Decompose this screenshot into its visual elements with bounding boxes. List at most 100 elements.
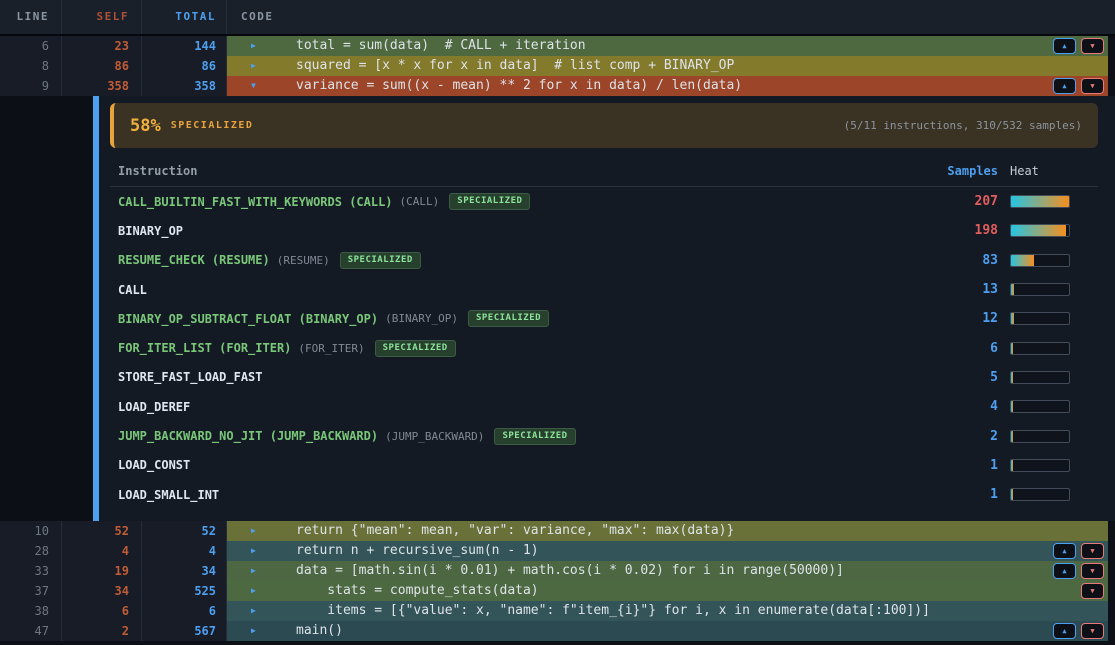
heat-bar-fill xyxy=(1011,431,1013,442)
total-samples-value: 358 xyxy=(142,76,227,96)
column-header-self[interactable]: SELF xyxy=(62,0,142,34)
expand-arrow-icon[interactable]: ▶ xyxy=(251,36,256,56)
heat-bar-fill xyxy=(1011,460,1013,471)
instruction-name: CALL_BUILTIN_FAST_WITH_KEYWORDS (CALL) xyxy=(118,195,393,209)
instruction-row: CALL13 xyxy=(110,275,1115,304)
code-text: items = [{"value": x, "name": f"item_{i}… xyxy=(227,601,930,621)
self-samples-value: 23 xyxy=(62,36,142,56)
code-text: main() xyxy=(227,621,343,641)
code-row[interactable]: 623144▶total = sum(data) # CALL + iterat… xyxy=(0,36,1115,56)
code-cell[interactable]: ▶main()▲▼ xyxy=(227,621,1108,641)
nav-down-button[interactable]: ▼ xyxy=(1081,78,1104,94)
nav-down-button[interactable]: ▼ xyxy=(1081,583,1104,599)
row-nav-buttons: ▲▼ xyxy=(1053,623,1104,639)
nav-up-button[interactable]: ▲ xyxy=(1053,543,1076,559)
instruction-name: JUMP_BACKWARD_NO_JIT (JUMP_BACKWARD) xyxy=(118,429,378,443)
samples-count: 83 xyxy=(932,253,998,268)
samples-count: 207 xyxy=(932,194,998,209)
samples-column-header[interactable]: Samples xyxy=(932,164,998,178)
code-cell[interactable]: ▼variance = sum((x - mean) ** 2 for x in… xyxy=(227,76,1108,96)
heat-bar xyxy=(1010,342,1070,355)
code-cell[interactable]: ▶return n + recursive_sum(n - 1) ▲ ▼ xyxy=(227,541,1108,561)
code-row[interactable]: 331934▶data = [math.sin(i * 0.01) + math… xyxy=(0,561,1115,581)
nav-up-button[interactable]: ▲ xyxy=(1053,78,1076,94)
line-number: 47 xyxy=(0,621,62,641)
code-row[interactable]: 472567▶main()▲▼ xyxy=(0,621,1115,641)
instruction-name: LOAD_CONST xyxy=(118,458,190,472)
collapse-arrow-icon[interactable]: ▼ xyxy=(251,76,256,96)
samples-count: 1 xyxy=(932,487,998,502)
line-number: 28 xyxy=(0,541,62,561)
code-cell[interactable]: ▶return {"mean": mean, "var": variance, … xyxy=(227,521,1108,541)
samples-count: 1 xyxy=(932,458,998,473)
nav-down-button[interactable]: ▼ xyxy=(1081,543,1104,559)
samples-count: 12 xyxy=(932,311,998,326)
code-text: total = sum(data) # CALL + iteration xyxy=(227,36,586,56)
total-samples-value: 567 xyxy=(142,621,227,641)
instruction-base-opcode: (RESUME) xyxy=(277,254,330,267)
line-number: 37 xyxy=(0,581,62,601)
expand-arrow-icon[interactable]: ▶ xyxy=(251,56,256,76)
specialization-banner: 58% SPECIALIZED (5/11 instructions, 310/… xyxy=(110,103,1098,148)
expand-arrow-icon[interactable]: ▶ xyxy=(251,541,256,561)
self-samples-value: 19 xyxy=(62,561,142,581)
instruction-name-group: JUMP_BACKWARD_NO_JIT (JUMP_BACKWARD)(JUM… xyxy=(118,428,932,445)
nav-down-button[interactable]: ▼ xyxy=(1081,623,1104,639)
heat-bar-fill xyxy=(1011,255,1034,266)
row-nav-buttons: ▲▼ xyxy=(1053,38,1104,54)
instruction-row: JUMP_BACKWARD_NO_JIT (JUMP_BACKWARD)(JUM… xyxy=(110,421,1115,450)
nav-up-button[interactable]: ▲ xyxy=(1053,623,1076,639)
instruction-row: LOAD_SMALL_INT1 xyxy=(110,480,1115,509)
instruction-name-group: LOAD_DEREF xyxy=(118,400,932,414)
heat-bar-fill xyxy=(1011,196,1069,207)
specialized-badge: SPECIALIZED xyxy=(375,340,456,357)
nav-up-button[interactable]: ▲ xyxy=(1053,563,1076,579)
samples-count: 6 xyxy=(932,341,998,356)
instruction-name: FOR_ITER_LIST (FOR_ITER) xyxy=(118,341,291,355)
self-samples-value: 2 xyxy=(62,621,142,641)
expand-arrow-icon[interactable]: ▶ xyxy=(251,521,256,541)
instruction-row: BINARY_OP198 xyxy=(110,216,1115,245)
instruction-base-opcode: (CALL) xyxy=(400,195,440,208)
self-samples-value: 6 xyxy=(62,601,142,621)
code-cell[interactable]: ▶data = [math.sin(i * 0.01) + math.cos(i… xyxy=(227,561,1108,581)
code-row[interactable]: 3734525▶ stats = compute_stats(data)▼ xyxy=(0,581,1115,601)
instruction-name: RESUME_CHECK (RESUME) xyxy=(118,253,270,267)
code-row[interactable]: 3866▶ items = [{"value": x, "name": f"it… xyxy=(0,601,1115,621)
code-cell[interactable]: ▶total = sum(data) # CALL + iteration▲▼ xyxy=(227,36,1108,56)
self-samples-value: 358 xyxy=(62,76,142,96)
expand-arrow-icon[interactable]: ▶ xyxy=(251,601,256,621)
code-row[interactable]: 2844▶return n + recursive_sum(n - 1)▲▼ xyxy=(0,541,1115,561)
nav-down-button[interactable]: ▼ xyxy=(1081,38,1104,54)
heat-bar xyxy=(1010,371,1070,384)
total-samples-value: 6 xyxy=(142,601,227,621)
code-row[interactable]: 9358358▼variance = sum((x - mean) ** 2 f… xyxy=(0,76,1115,96)
row-nav-buttons: ▼ xyxy=(1081,583,1104,599)
code-text: return n + recursive_sum(n - 1) xyxy=(227,541,539,561)
instruction-name-group: RESUME_CHECK (RESUME)(RESUME)SPECIALIZED xyxy=(118,252,932,269)
instruction-name-group: LOAD_SMALL_INT xyxy=(118,488,932,502)
instruction-name-group: CALL xyxy=(118,283,932,297)
code-rows-bottom: 105252▶return {"mean": mean, "var": vari… xyxy=(0,521,1115,641)
expand-arrow-icon[interactable]: ▶ xyxy=(251,621,256,641)
instruction-name: BINARY_OP_SUBTRACT_FLOAT (BINARY_OP) xyxy=(118,312,378,326)
heat-bar-fill xyxy=(1011,372,1013,383)
code-cell[interactable]: ▶squared = [x * x for x in data] # list … xyxy=(227,56,1108,76)
column-header-line[interactable]: LINE xyxy=(0,0,62,34)
line-number: 38 xyxy=(0,601,62,621)
column-header-total[interactable]: TOTAL xyxy=(142,0,227,34)
code-row[interactable]: 105252▶return {"mean": mean, "var": vari… xyxy=(0,521,1115,541)
code-cell[interactable]: ▶ stats = compute_stats(data)▼ xyxy=(227,581,1108,601)
expand-arrow-icon[interactable]: ▶ xyxy=(251,561,256,581)
code-cell[interactable]: ▶ items = [{"value": x, "name": f"item_{… xyxy=(227,601,1108,621)
nav-up-button[interactable]: ▲ xyxy=(1053,38,1076,54)
instruction-name-group: BINARY_OP_SUBTRACT_FLOAT (BINARY_OP)(BIN… xyxy=(118,310,932,327)
code-row[interactable]: 88686▶squared = [x * x for x in data] # … xyxy=(0,56,1115,76)
self-samples-value: 4 xyxy=(62,541,142,561)
code-text: data = [math.sin(i * 0.01) + math.cos(i … xyxy=(227,561,844,581)
instruction-row: BINARY_OP_SUBTRACT_FLOAT (BINARY_OP)(BIN… xyxy=(110,304,1115,333)
heat-bar-fill xyxy=(1011,489,1013,500)
nav-down-button[interactable]: ▼ xyxy=(1081,563,1104,579)
specialized-badge: SPECIALIZED xyxy=(449,193,530,210)
expand-arrow-icon[interactable]: ▶ xyxy=(251,581,256,601)
